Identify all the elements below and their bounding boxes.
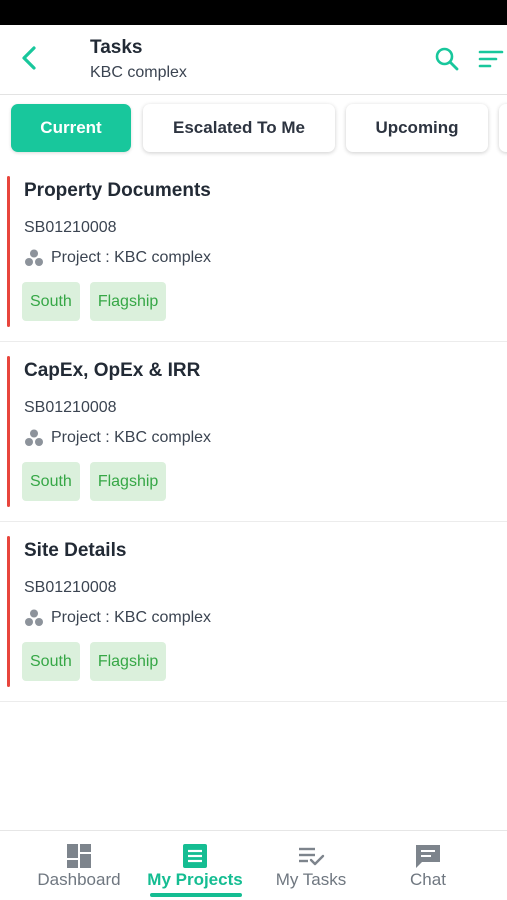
filter-button[interactable] [477,45,505,73]
tab-more[interactable] [499,104,507,152]
project-cluster-icon [24,248,44,268]
search-button[interactable] [433,45,461,73]
nav-chat[interactable]: Chat [365,831,491,900]
tasks-checklist-icon [297,842,325,870]
project-cluster-icon [24,608,44,628]
page-title: Tasks [90,37,143,58]
dashboard-icon [65,842,93,870]
task-code: SB01210008 [24,579,117,596]
status-bar [0,0,507,25]
tag-region: South [22,642,80,681]
priority-indicator [7,176,10,327]
task-card[interactable]: Property Documents SB01210008 Project : … [0,162,507,342]
task-tags: South Flagship [22,282,167,321]
nav-my-tasks-label: My Tasks [275,870,347,889]
task-tabs: Current Escalated To Me Upcoming [0,96,507,162]
project-cluster-icon [24,428,44,448]
tag-region: South [22,462,80,501]
nav-dashboard-label: Dashboard [37,870,121,889]
task-title: Site Details [24,540,127,561]
filter-lines-icon [478,50,504,68]
task-project: Project : KBC complex [24,608,211,628]
task-list: Property Documents SB01210008 Project : … [0,162,507,702]
priority-indicator [7,536,10,687]
page-subtitle: KBC complex [90,64,187,81]
active-nav-indicator [150,893,242,897]
bottom-navigation: Dashboard My Projects My Tasks Chat [0,830,507,900]
task-card[interactable]: Site Details SB01210008 Project : KBC co… [0,522,507,702]
tag-region: South [22,282,80,321]
task-code: SB01210008 [24,399,117,416]
task-code: SB01210008 [24,219,117,236]
tab-current[interactable]: Current [11,104,131,152]
projects-icon [181,842,209,870]
task-title: CapEx, OpEx & IRR [24,360,201,381]
task-card[interactable]: CapEx, OpEx & IRR SB01210008 Project : K… [0,342,507,522]
tab-escalated-to-me[interactable]: Escalated To Me [143,104,335,152]
chevron-left-icon [22,46,36,70]
task-project: Project : KBC complex [24,248,211,268]
task-project-label: Project : KBC complex [51,429,212,446]
chat-icon [414,842,442,870]
task-project-label: Project : KBC complex [51,609,212,626]
tag-category: Flagship [89,282,167,321]
tab-upcoming[interactable]: Upcoming [346,104,488,152]
task-project-label: Project : KBC complex [51,249,212,266]
nav-chat-label: Chat [410,870,446,889]
tag-category: Flagship [89,462,167,501]
nav-dashboard[interactable]: Dashboard [16,831,142,900]
nav-my-projects[interactable]: My Projects [132,831,258,900]
back-button[interactable] [14,43,44,73]
task-tags: South Flagship [22,462,167,501]
priority-indicator [7,356,10,507]
nav-my-tasks[interactable]: My Tasks [248,831,374,900]
task-tags: South Flagship [22,642,167,681]
task-title: Property Documents [24,180,211,201]
tag-category: Flagship [89,642,167,681]
nav-my-projects-label: My Projects [147,870,243,889]
task-project: Project : KBC complex [24,428,211,448]
app-header: Tasks KBC complex [0,25,507,95]
search-icon [435,47,459,71]
